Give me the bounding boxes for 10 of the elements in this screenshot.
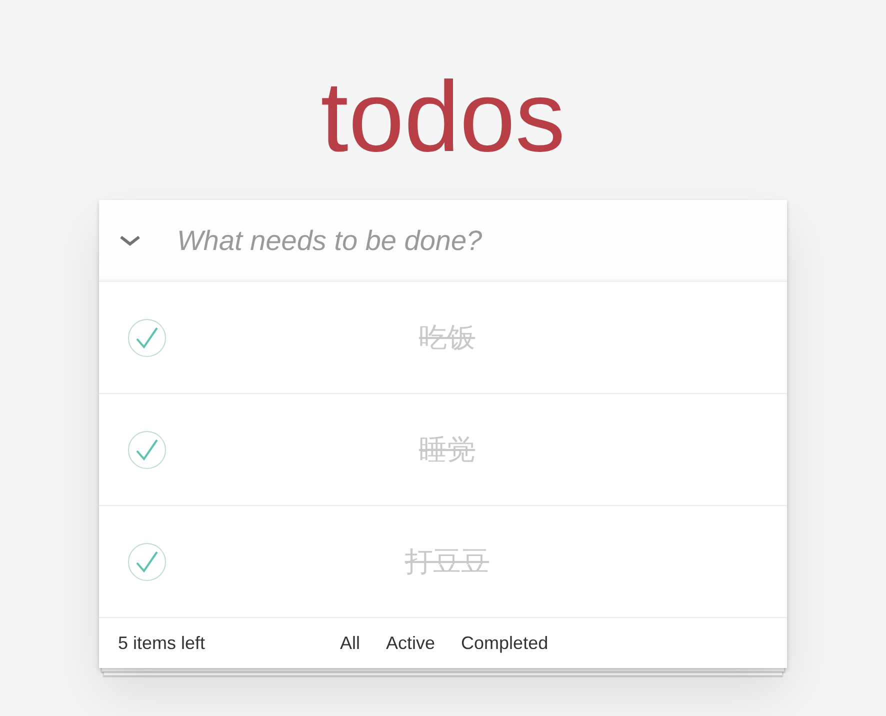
filter-link[interactable]: Active	[378, 626, 444, 660]
chevron-down-icon[interactable]	[119, 234, 141, 246]
checkbox[interactable]	[127, 542, 167, 582]
new-todo-input[interactable]: What needs to be done?	[177, 200, 787, 281]
filter-link[interactable]: All	[332, 626, 368, 660]
app-title: todos	[320, 62, 566, 172]
checkbox[interactable]	[127, 318, 167, 358]
items-left-count: 5 items left	[118, 632, 206, 654]
checkbox[interactable]	[127, 430, 167, 470]
filter-link[interactable]: Completed	[453, 626, 556, 660]
